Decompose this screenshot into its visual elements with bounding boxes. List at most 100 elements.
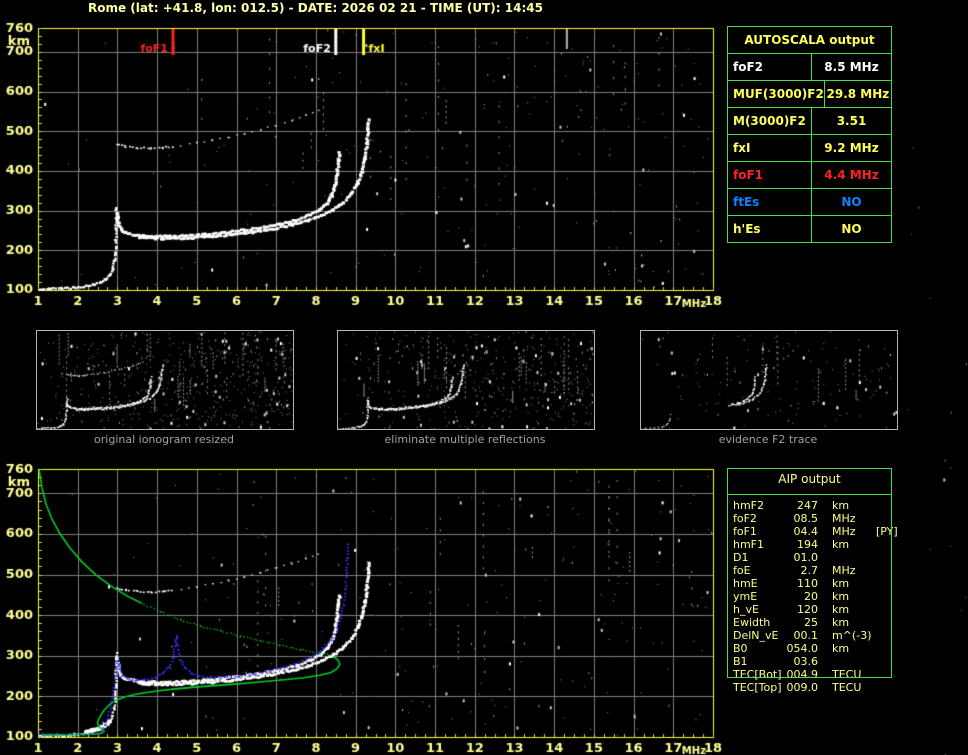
param-unit: MHz [818, 512, 876, 525]
param-value: 04.4 [786, 525, 818, 538]
table-row: foE2.7MHz [727, 564, 892, 577]
table-row: h_vE120km [727, 603, 892, 616]
param-label: foE [727, 564, 786, 577]
param-note [876, 603, 892, 616]
param-label: hmE [727, 577, 786, 590]
param-unit: km [818, 499, 876, 512]
param-value: 08.5 [786, 512, 818, 525]
table-row: D101.0 [727, 551, 892, 564]
table-row: foF1 4.4 MHz [728, 162, 891, 189]
autoscala-output-table: AUTOSCALA output foF2 8.5 MHz MUF(3000)F… [727, 26, 892, 243]
table-row: fxI 9.2 MHz [728, 135, 891, 162]
thumbnail-caption: evidence F2 trace [639, 433, 897, 446]
param-unit: km [818, 603, 876, 616]
table-row: B103.6 [727, 655, 892, 668]
table-row: foF104.4MHz[PY] [727, 525, 892, 538]
param-unit [818, 551, 876, 564]
param-value: 247 [786, 499, 818, 512]
aip-rows: hmF2247kmfoF208.5MHzfoF104.4MHz[PY]hmF11… [727, 499, 892, 694]
ionogram-aip-plot [0, 455, 730, 755]
param-note [876, 564, 892, 577]
aip-table-header: AIP output [727, 472, 892, 486]
param-note [876, 629, 892, 642]
param-note [876, 551, 892, 564]
table-row: ymE20km [727, 590, 892, 603]
table-row: TEC[Bot]004.9TECU [727, 668, 892, 681]
param-unit: km [818, 538, 876, 551]
table-row: DelN_vE00.1m^(-3) [727, 629, 892, 642]
ionogram-main-plot [0, 14, 730, 316]
param-label: foF2 [728, 54, 812, 80]
table-row: h'Es NO [728, 216, 891, 242]
param-value: NO [812, 216, 891, 242]
table-row: ftEs NO [728, 189, 891, 216]
param-unit: TECU [818, 681, 876, 694]
autoscala-table-header: AUTOSCALA output [728, 27, 891, 54]
param-unit: km [818, 577, 876, 590]
table-row: hmF2247km [727, 499, 892, 512]
param-unit [818, 655, 876, 668]
param-unit: TECU [818, 668, 876, 681]
param-label: DelN_vE [727, 629, 786, 642]
param-note [876, 655, 892, 668]
param-unit: km [818, 642, 876, 655]
thumbnail-original-ionogram [36, 330, 294, 430]
param-note [876, 668, 892, 681]
page-title: Rome (lat: +41.8, lon: 012.5) - DATE: 20… [88, 1, 543, 15]
table-row: MUF(3000)F2 29.8 MHz [728, 81, 891, 108]
param-note [876, 681, 892, 694]
param-value: 120 [786, 603, 818, 616]
table-row: foF208.5MHz [727, 512, 892, 525]
param-label: ymE [727, 590, 786, 603]
table-row: hmE110km [727, 577, 892, 590]
aip-header-divider [727, 494, 892, 495]
param-value: 4.4 MHz [812, 162, 891, 188]
param-value: NO [812, 189, 891, 215]
param-label: h_vE [727, 603, 786, 616]
param-unit: MHz [818, 564, 876, 577]
param-note [876, 538, 892, 551]
param-label: D1 [727, 551, 786, 564]
param-note [876, 512, 892, 525]
param-label: B0 [727, 642, 786, 655]
param-value: 2.7 [786, 564, 818, 577]
param-label: foF1 [727, 525, 786, 538]
param-label: M(3000)F2 [728, 108, 812, 134]
param-note [876, 642, 892, 655]
param-value: 8.5 MHz [812, 54, 891, 80]
param-note: [PY] [876, 525, 898, 538]
param-label: foF2 [727, 512, 786, 525]
param-note [876, 577, 892, 590]
param-unit: km [818, 590, 876, 603]
param-label: B1 [727, 655, 786, 668]
param-label: TEC[Bot] [727, 668, 786, 681]
param-label: foF1 [728, 162, 812, 188]
param-value: 25 [786, 616, 818, 629]
param-label: MUF(3000)F2 [728, 81, 825, 107]
param-value: 29.8 MHz [825, 81, 891, 107]
param-value: 110 [786, 577, 818, 590]
table-row: hmF1194km [727, 538, 892, 551]
param-label: ftEs [728, 189, 812, 215]
table-row: Ewidth25km [727, 616, 892, 629]
thumbnail-eliminate-reflections [337, 330, 595, 430]
param-value: 3.51 [812, 108, 891, 134]
table-row: foF2 8.5 MHz [728, 54, 891, 81]
param-label: fxI [728, 135, 812, 161]
param-unit: km [818, 616, 876, 629]
thumbnail-caption: original ionogram resized [35, 433, 293, 446]
param-note [876, 499, 892, 512]
param-label: hmF2 [727, 499, 786, 512]
param-unit: MHz [818, 525, 876, 538]
param-value: 054.0 [786, 642, 818, 655]
table-row: M(3000)F2 3.51 [728, 108, 891, 135]
autoscala-screen: Rome (lat: +41.8, lon: 012.5) - DATE: 20… [0, 0, 968, 755]
param-value: 00.1 [786, 629, 818, 642]
param-value: 03.6 [786, 655, 818, 668]
param-note [876, 616, 892, 629]
table-row: TEC[Top]009.0TECU [727, 681, 892, 694]
thumbnail-evidence-f2 [640, 330, 898, 430]
param-label: Ewidth [727, 616, 786, 629]
param-value: 01.0 [786, 551, 818, 564]
param-note [876, 590, 892, 603]
